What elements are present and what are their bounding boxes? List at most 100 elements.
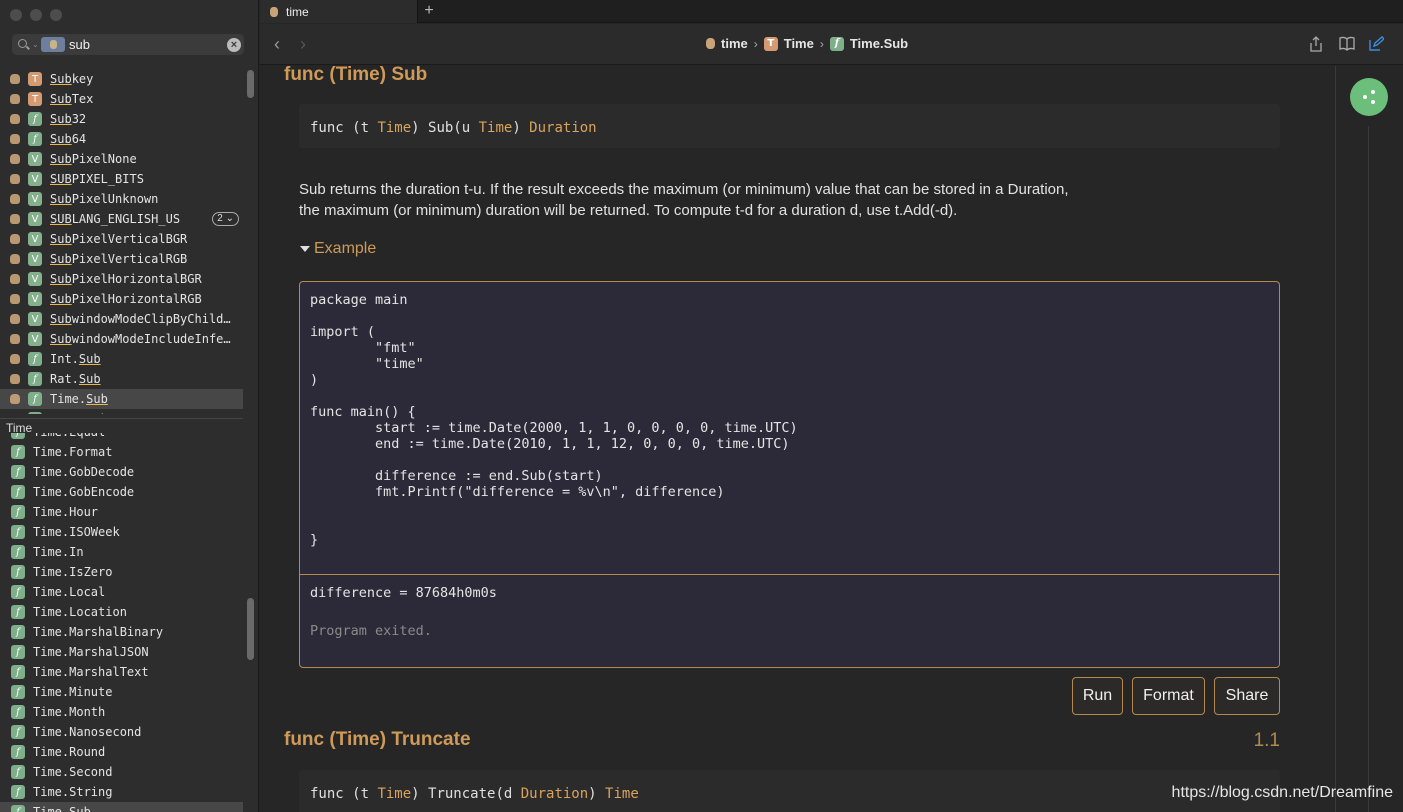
- search-result-item[interactable]: V SubwindowModeIncludeInfe…: [0, 329, 243, 349]
- share-network-icon[interactable]: [1350, 78, 1388, 116]
- member-list-item[interactable]: f Time.In: [0, 542, 243, 562]
- search-result-item[interactable]: T Subkey: [0, 69, 243, 89]
- sig-text: ): [512, 120, 530, 136]
- result-name: Int.Sub: [50, 352, 101, 366]
- member-list-item[interactable]: f Time.MarshalJSON: [0, 642, 243, 662]
- variable-badge-icon: V: [28, 312, 42, 326]
- breadcrumb-item[interactable]: time: [721, 36, 748, 51]
- member-list-item[interactable]: f Time.Location: [0, 602, 243, 622]
- search-result-item[interactable]: f Vec2.Sub: [0, 409, 243, 414]
- member-list-item[interactable]: f Time.Equal: [0, 433, 243, 442]
- example-toggle[interactable]: Example: [300, 240, 376, 258]
- result-suffix: key: [71, 72, 94, 86]
- share-button[interactable]: Share: [1214, 677, 1280, 715]
- tab-time[interactable]: time: [260, 0, 418, 23]
- member-list-item[interactable]: f Time.Month: [0, 702, 243, 722]
- result-name: SubPixelUnknown: [50, 192, 158, 206]
- search-result-item[interactable]: V SubPixelHorizontalBGR: [0, 269, 243, 289]
- members-list: fTime.EqualfTime.FormatfTime.GobDecodefT…: [0, 433, 243, 812]
- run-button[interactable]: Run: [1072, 677, 1123, 715]
- book-icon[interactable]: [1339, 36, 1355, 51]
- match-highlight: Sub: [50, 312, 72, 326]
- type-link[interactable]: Time: [605, 786, 639, 802]
- result-name: SubwindowModeClipByChild…: [50, 312, 231, 326]
- result-prefix: Vec2.: [50, 412, 86, 414]
- go-gopher-icon: [10, 294, 20, 304]
- search-result-item[interactable]: V SubPixelUnknown: [0, 189, 243, 209]
- member-list-item[interactable]: f Time.MarshalBinary: [0, 622, 243, 642]
- chevron-down-icon[interactable]: ⌄: [32, 40, 39, 49]
- output-text: difference = 87684h0m0s: [310, 585, 497, 601]
- type-link[interactable]: Time: [377, 786, 411, 802]
- member-list-item[interactable]: f Time.String: [0, 782, 243, 802]
- sig-text: func (t: [310, 120, 378, 136]
- match-highlight: Sub: [50, 252, 72, 266]
- type-link[interactable]: Time: [377, 120, 411, 136]
- type-link[interactable]: Duration: [521, 786, 588, 802]
- search-result-item[interactable]: f Time.Sub: [0, 389, 243, 409]
- output-panel: difference = 87684h0m0s Program exited.: [300, 574, 1279, 667]
- result-suffix: PixelUnknown: [71, 192, 159, 206]
- match-highlight: Sub: [50, 152, 72, 166]
- search-result-item[interactable]: V SubPixelHorizontalRGB: [0, 289, 243, 309]
- forward-button[interactable]: ›: [300, 35, 306, 53]
- search-result-item[interactable]: f Sub32: [0, 109, 243, 129]
- member-list-item[interactable]: f Time.GobEncode: [0, 482, 243, 502]
- type-link[interactable]: Time: [479, 120, 513, 136]
- search-input[interactable]: sub: [69, 37, 227, 52]
- search-result-item[interactable]: f Sub64: [0, 129, 243, 149]
- member-name: Time.Nanosecond: [33, 725, 142, 739]
- results-scrollbar[interactable]: [247, 70, 254, 98]
- member-list-item[interactable]: f Time.Format: [0, 442, 243, 462]
- docset-filter-tag[interactable]: [41, 37, 65, 52]
- function-badge-icon: f: [11, 465, 25, 479]
- new-tab-button[interactable]: +: [418, 0, 440, 23]
- overload-count-badge[interactable]: 2 ⌄: [212, 212, 239, 226]
- back-button[interactable]: ‹: [274, 35, 280, 53]
- member-list-item[interactable]: f Time.Nanosecond: [0, 722, 243, 742]
- match-highlight: Sub: [78, 372, 101, 386]
- search-result-item[interactable]: V SubPixelVerticalRGB: [0, 249, 243, 269]
- member-list-item[interactable]: f Time.Minute: [0, 682, 243, 702]
- member-list-item[interactable]: f Time.IsZero: [0, 562, 243, 582]
- member-list-item[interactable]: f Time.Sub: [0, 802, 243, 812]
- code-editor[interactable]: package main import ( "fmt" "time" ) fun…: [300, 282, 1279, 574]
- match-highlight: Sub: [50, 272, 72, 286]
- search-result-item[interactable]: f Rat.Sub: [0, 369, 243, 389]
- format-button[interactable]: Format: [1132, 677, 1205, 715]
- search-field[interactable]: ⌄ sub ×: [12, 34, 244, 55]
- close-window-button[interactable]: [10, 9, 22, 21]
- member-name: Time.Second: [33, 765, 113, 779]
- share-icon[interactable]: [1309, 36, 1323, 52]
- search-result-item[interactable]: V SubPixelNone: [0, 149, 243, 169]
- minimize-window-button[interactable]: [30, 9, 42, 21]
- type-link[interactable]: Duration: [529, 120, 596, 136]
- search-result-item[interactable]: T SubTex: [0, 89, 243, 109]
- member-list-item[interactable]: f Time.ISOWeek: [0, 522, 243, 542]
- clear-search-icon[interactable]: ×: [227, 37, 241, 52]
- zoom-window-button[interactable]: [50, 9, 62, 21]
- result-prefix: Time.: [50, 392, 87, 406]
- search-result-item[interactable]: V SubPixelVerticalBGR: [0, 229, 243, 249]
- search-result-item[interactable]: V SUBPIXEL_BITS: [0, 169, 243, 189]
- go-gopher-icon: [10, 354, 20, 364]
- watermark: https://blog.csdn.net/Dreamfine: [1171, 784, 1393, 801]
- match-highlight: SUB: [50, 212, 72, 226]
- search-result-item[interactable]: V SubwindowModeClipByChild…: [0, 309, 243, 329]
- result-suffix: PixelVerticalBGR: [71, 232, 188, 246]
- member-list-item[interactable]: f Time.Hour: [0, 502, 243, 522]
- match-highlight: Sub: [50, 112, 72, 126]
- member-list-item[interactable]: f Time.Round: [0, 742, 243, 762]
- breadcrumb-item[interactable]: Time: [784, 36, 814, 51]
- member-list-item[interactable]: f Time.Local: [0, 582, 243, 602]
- match-highlight: Sub: [50, 92, 72, 106]
- member-list-item[interactable]: f Time.MarshalText: [0, 662, 243, 682]
- breadcrumb-item[interactable]: Time.Sub: [850, 36, 908, 51]
- members-scrollbar[interactable]: [247, 598, 254, 660]
- search-result-item[interactable]: V SUBLANG_ENGLISH_US 2 ⌄: [0, 209, 243, 229]
- function-badge-icon: f: [11, 745, 25, 759]
- member-list-item[interactable]: f Time.GobDecode: [0, 462, 243, 482]
- search-result-item[interactable]: f Int.Sub: [0, 349, 243, 369]
- member-list-item[interactable]: f Time.Second: [0, 762, 243, 782]
- annotate-icon[interactable]: [1369, 36, 1386, 51]
